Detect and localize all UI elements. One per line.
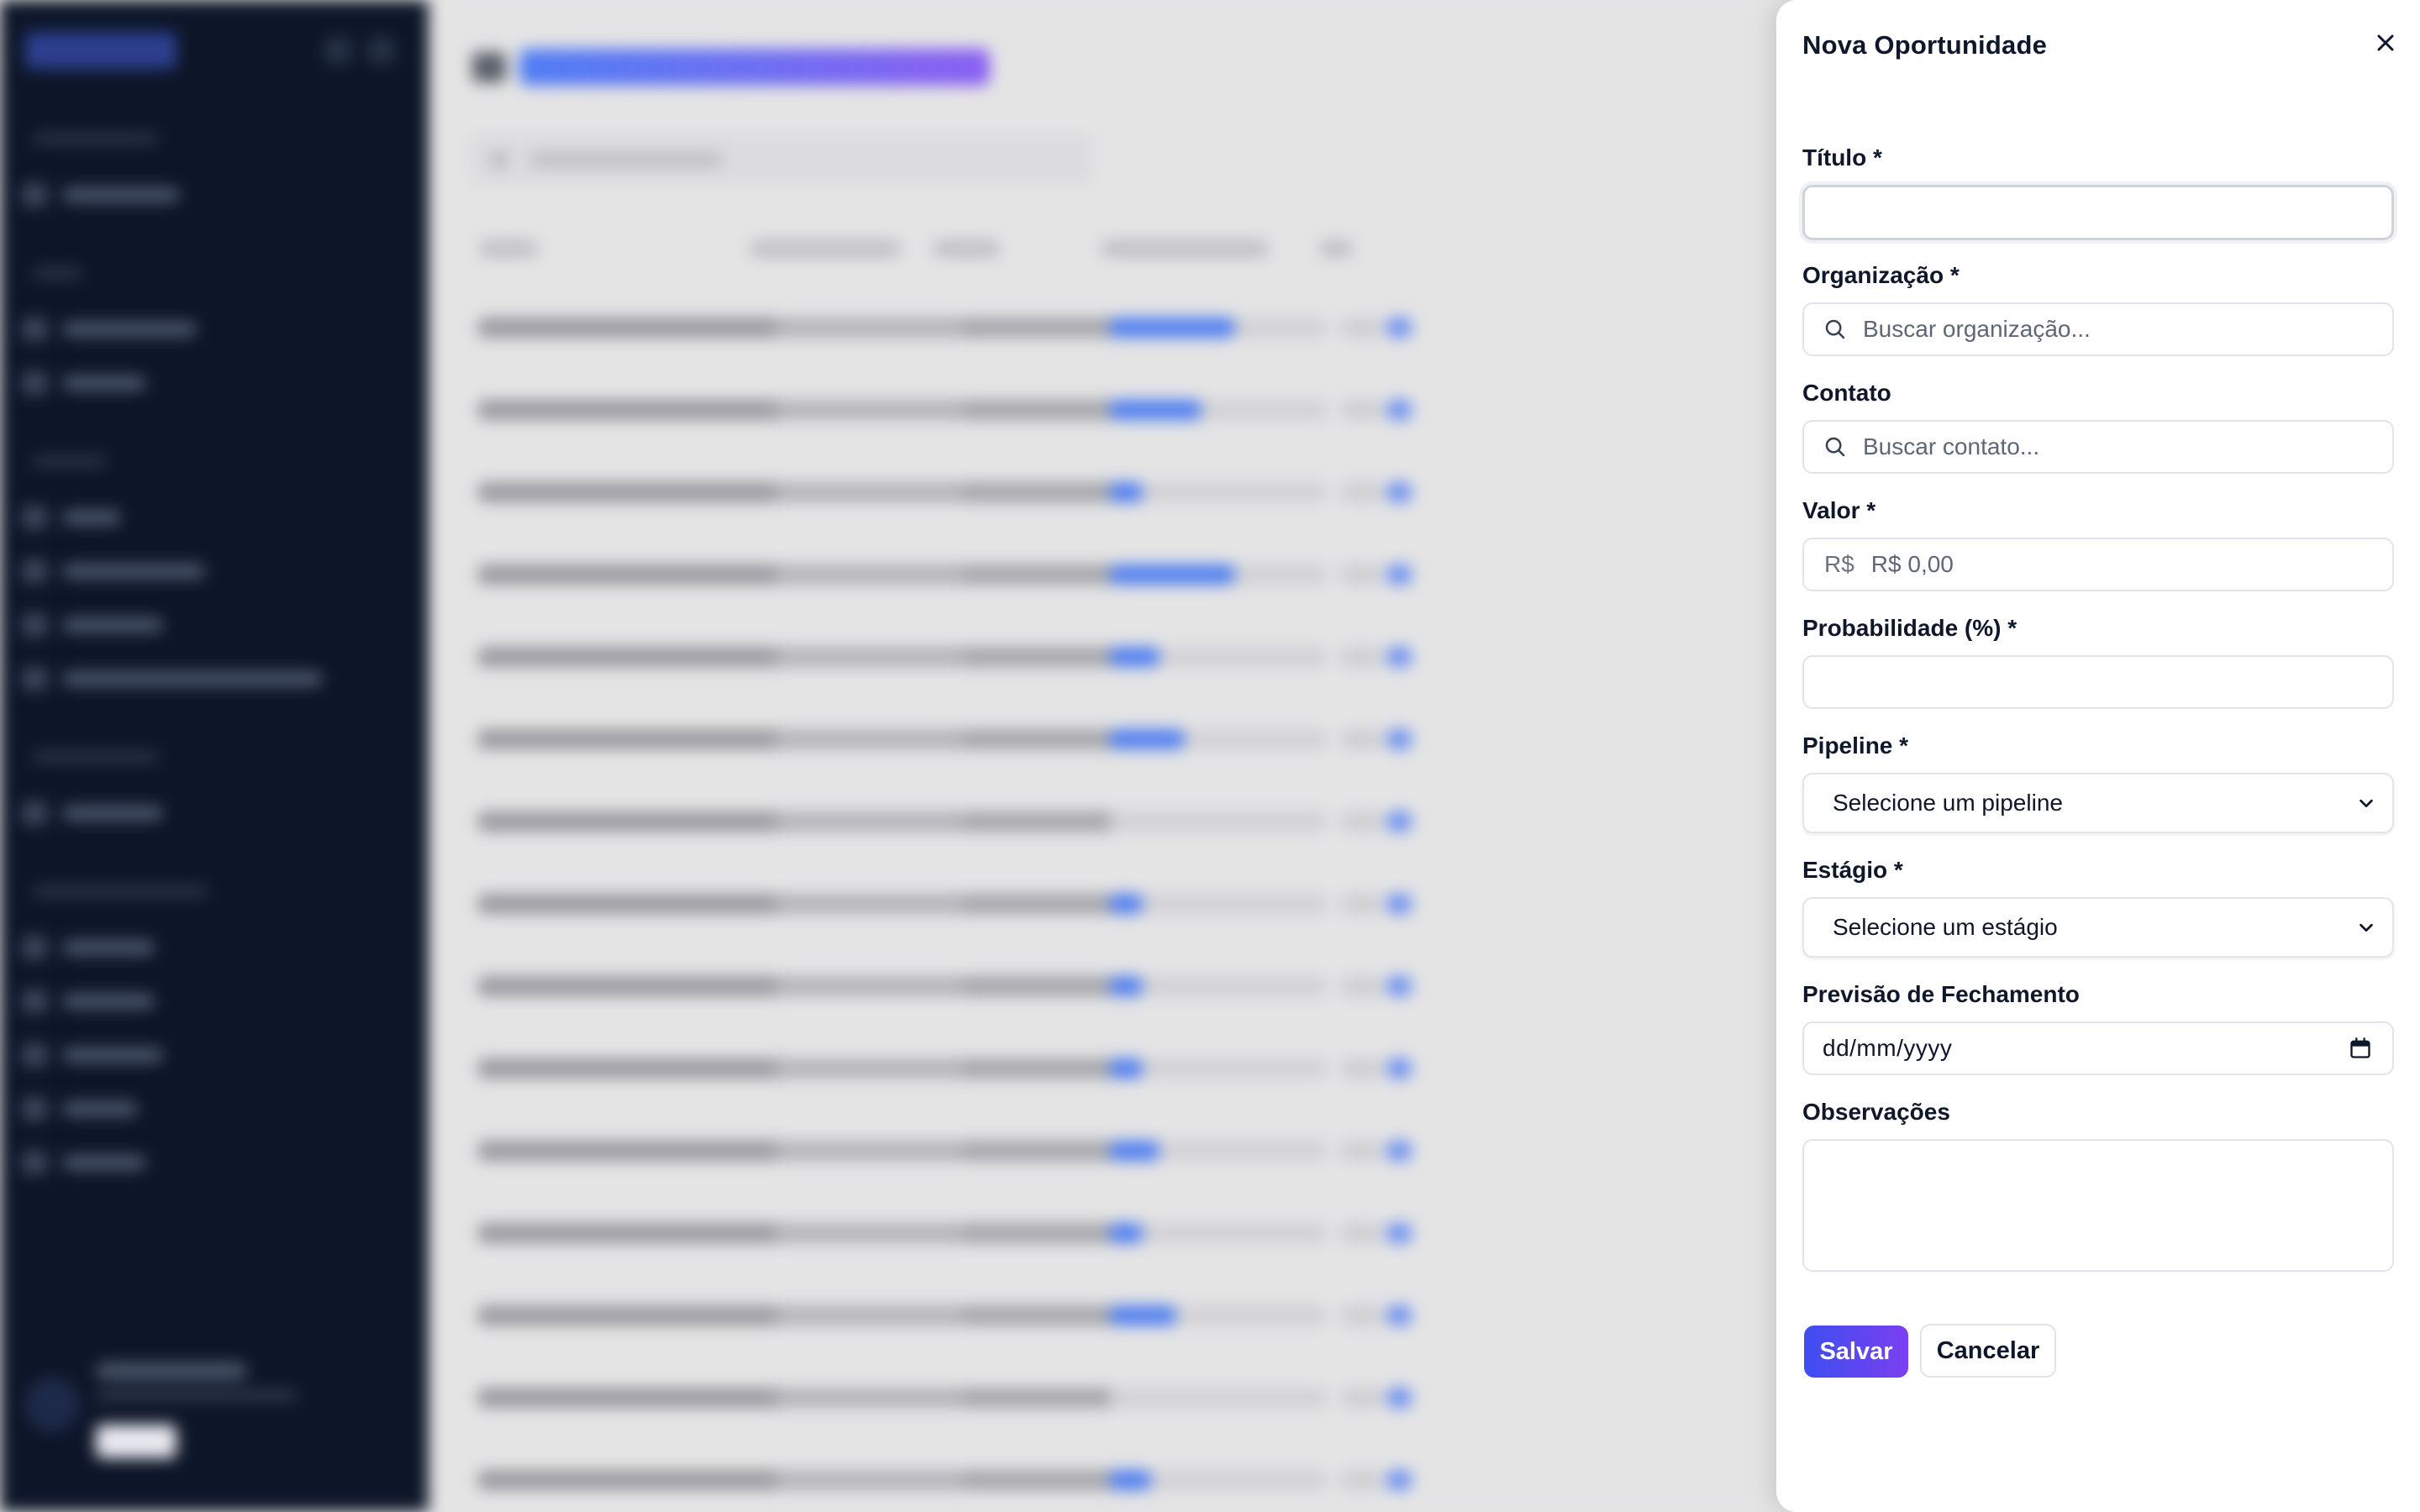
chevron-down-icon — [2357, 794, 2375, 812]
close-date-label: Previsão de Fechamento — [1802, 981, 2080, 1007]
stage-select[interactable]: Selecione um estágio — [1802, 897, 2394, 958]
drawer-title: Nova Oportunidade — [1802, 30, 2048, 60]
cancel-button[interactable]: Cancelar — [1920, 1324, 2056, 1378]
sidebar-section-heading — [32, 455, 108, 467]
search-icon — [1823, 434, 1848, 459]
title-input[interactable] — [1805, 187, 2391, 238]
table-row[interactable] — [471, 697, 1983, 780]
probability-input[interactable] — [1804, 657, 2392, 707]
table-header-cell[interactable] — [750, 239, 901, 258]
close-date-value[interactable]: dd/mm/yyyy — [1823, 1035, 2349, 1062]
contact-search-input[interactable] — [1863, 422, 2392, 472]
role-badge — [96, 1425, 176, 1458]
sidebar-item[interactable] — [22, 183, 180, 207]
table-row[interactable] — [471, 450, 1983, 533]
page-title — [519, 49, 990, 86]
table-header-cell[interactable] — [933, 239, 1000, 258]
table-row[interactable] — [471, 615, 1983, 697]
table-header-cell[interactable] — [1101, 239, 1269, 258]
sidebar-section-heading — [32, 885, 208, 897]
sidebar-item[interactable] — [22, 801, 163, 825]
close-date-field[interactable]: dd/mm/yyyy — [1802, 1021, 2394, 1075]
table-row[interactable] — [471, 368, 1983, 450]
sidebar-item[interactable] — [22, 318, 197, 341]
sidebar-item[interactable] — [22, 1043, 163, 1067]
sidebar — [0, 0, 429, 1512]
save-button[interactable]: Salvar — [1804, 1326, 1908, 1378]
sidebar-item[interactable] — [22, 936, 155, 959]
sidebar-section-heading — [32, 751, 158, 763]
table-row[interactable] — [471, 1438, 1983, 1512]
sidebar-item[interactable] — [22, 371, 146, 395]
sidebar-item[interactable] — [22, 1097, 138, 1121]
new-opportunity-drawer: Nova Oportunidade Título * Organização *… — [1776, 0, 2420, 1512]
close-button[interactable] — [2373, 30, 2398, 55]
organization-field[interactable] — [1802, 302, 2394, 356]
title-field[interactable] — [1802, 185, 2394, 240]
sidebar-section-heading — [32, 267, 82, 279]
sidebar-section-heading — [32, 133, 158, 144]
pipeline-label: Pipeline * — [1802, 732, 1909, 759]
chevron-down-icon — [2357, 918, 2375, 937]
table-row[interactable] — [471, 1026, 1983, 1109]
contact-field[interactable] — [1802, 420, 2394, 474]
notes-label: Observações — [1802, 1099, 1950, 1125]
sidebar-item[interactable] — [22, 1151, 146, 1174]
table-row[interactable] — [471, 862, 1983, 944]
organization-search-input[interactable] — [1863, 304, 2392, 354]
probability-label: Probabilidade (%) * — [1802, 615, 2018, 641]
pipeline-select[interactable]: Selecione um pipeline — [1802, 773, 2394, 833]
table-search-input[interactable] — [471, 134, 1092, 185]
page-title-icon — [472, 52, 506, 82]
calendar-icon[interactable] — [2349, 1037, 2372, 1060]
sidebar-item[interactable] — [22, 506, 121, 529]
table-row[interactable] — [471, 533, 1983, 615]
organization-label: Organização * — [1802, 262, 1960, 288]
close-icon[interactable] — [2375, 33, 2396, 53]
value-field[interactable]: R$ — [1802, 538, 2394, 591]
table-row[interactable] — [471, 1191, 1983, 1273]
table-row[interactable] — [471, 286, 1983, 368]
avatar — [25, 1378, 79, 1431]
currency-prefix: R$ — [1824, 551, 1854, 577]
contact-label: Contato — [1802, 380, 1891, 406]
sidebar-top-icons — [324, 37, 395, 64]
stage-label: Estágio * — [1802, 857, 1903, 883]
table-row[interactable] — [471, 944, 1983, 1026]
table-row[interactable] — [471, 780, 1983, 862]
sidebar-item[interactable] — [22, 667, 323, 690]
table-row[interactable] — [471, 1356, 1983, 1438]
pipeline-selected-value: Selecione um pipeline — [1833, 790, 2063, 816]
sidebar-item[interactable] — [22, 559, 205, 583]
title-label: Título * — [1802, 144, 1882, 171]
app-logo — [25, 32, 176, 69]
stage-selected-value: Selecione um estágio — [1833, 914, 2058, 940]
table-header-cell[interactable] — [479, 239, 538, 258]
value-label: Valor * — [1802, 497, 1876, 523]
table-row[interactable] — [471, 1109, 1983, 1191]
notes-field[interactable] — [1802, 1139, 2394, 1272]
table-header-cell[interactable] — [1319, 239, 1353, 258]
value-input[interactable] — [1870, 539, 2392, 590]
table-row[interactable] — [471, 1273, 1983, 1356]
search-icon — [1823, 317, 1848, 342]
probability-field[interactable] — [1802, 655, 2394, 709]
sidebar-item[interactable] — [22, 990, 155, 1013]
sidebar-item[interactable] — [22, 613, 163, 637]
notes-textarea[interactable] — [1804, 1141, 2392, 1270]
